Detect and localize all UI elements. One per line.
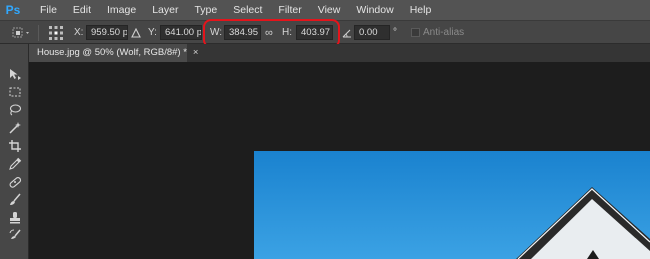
rotate-field[interactable]: 0.00 bbox=[354, 25, 390, 40]
marquee-tool-icon[interactable] bbox=[7, 84, 23, 100]
clone-stamp-icon[interactable] bbox=[7, 210, 23, 226]
options-separator bbox=[38, 25, 39, 41]
tool-preset-picker[interactable] bbox=[10, 21, 32, 44]
document-tab-bar: House.jpg @ 50% (Wolf, RGB/8#) * × bbox=[29, 44, 650, 62]
rotate-icon bbox=[342, 21, 352, 44]
house-roof-image bbox=[254, 151, 650, 259]
antialias-label: Anti-alias bbox=[423, 27, 465, 38]
menu-file[interactable]: File bbox=[32, 0, 65, 20]
menu-edit[interactable]: Edit bbox=[65, 0, 99, 20]
degree-symbol: ° bbox=[393, 27, 397, 38]
brush-tool-icon[interactable] bbox=[7, 192, 23, 208]
menu-view[interactable]: View bbox=[310, 0, 349, 20]
antialias-checkbox-box[interactable] bbox=[411, 28, 420, 37]
menu-image[interactable]: Image bbox=[99, 0, 144, 20]
menu-items: File Edit Image Layer Type Select Filter… bbox=[32, 0, 439, 20]
healing-brush-icon[interactable] bbox=[7, 174, 23, 190]
document-tab[interactable]: House.jpg @ 50% (Wolf, RGB/8#) * × bbox=[29, 44, 198, 62]
menu-filter[interactable]: Filter bbox=[270, 0, 309, 20]
eyedropper-icon[interactable] bbox=[7, 156, 23, 172]
menu-bar: Ps File Edit Image Layer Type Select Fil… bbox=[0, 0, 650, 20]
menu-window[interactable]: Window bbox=[348, 0, 401, 20]
photoshop-logo: Ps bbox=[5, 3, 21, 17]
delta-icon[interactable] bbox=[131, 21, 141, 44]
y-label: Y: bbox=[148, 27, 157, 38]
tools-panel bbox=[0, 44, 29, 259]
crop-tool-icon[interactable] bbox=[7, 138, 23, 154]
close-tab-icon[interactable]: × bbox=[193, 47, 199, 58]
move-tool-icon[interactable] bbox=[7, 66, 23, 82]
antialias-checkbox[interactable] bbox=[411, 21, 420, 44]
transform-preset-icon bbox=[12, 27, 29, 37]
x-label: X: bbox=[74, 27, 84, 38]
menu-select[interactable]: Select bbox=[225, 0, 270, 20]
document-tab-title: House.jpg @ 50% (Wolf, RGB/8#) * bbox=[37, 47, 187, 58]
history-brush-icon[interactable] bbox=[7, 228, 23, 244]
house-photo bbox=[254, 151, 650, 259]
menu-type[interactable]: Type bbox=[186, 0, 225, 20]
y-field[interactable]: 641.00 px bbox=[160, 25, 202, 40]
reference-point-icon[interactable] bbox=[48, 21, 64, 44]
menu-help[interactable]: Help bbox=[402, 0, 440, 20]
menu-layer[interactable]: Layer bbox=[144, 0, 186, 20]
x-field[interactable]: 959.50 px bbox=[86, 25, 128, 40]
magic-wand-icon[interactable] bbox=[7, 120, 23, 136]
lasso-tool-icon[interactable] bbox=[7, 102, 23, 118]
